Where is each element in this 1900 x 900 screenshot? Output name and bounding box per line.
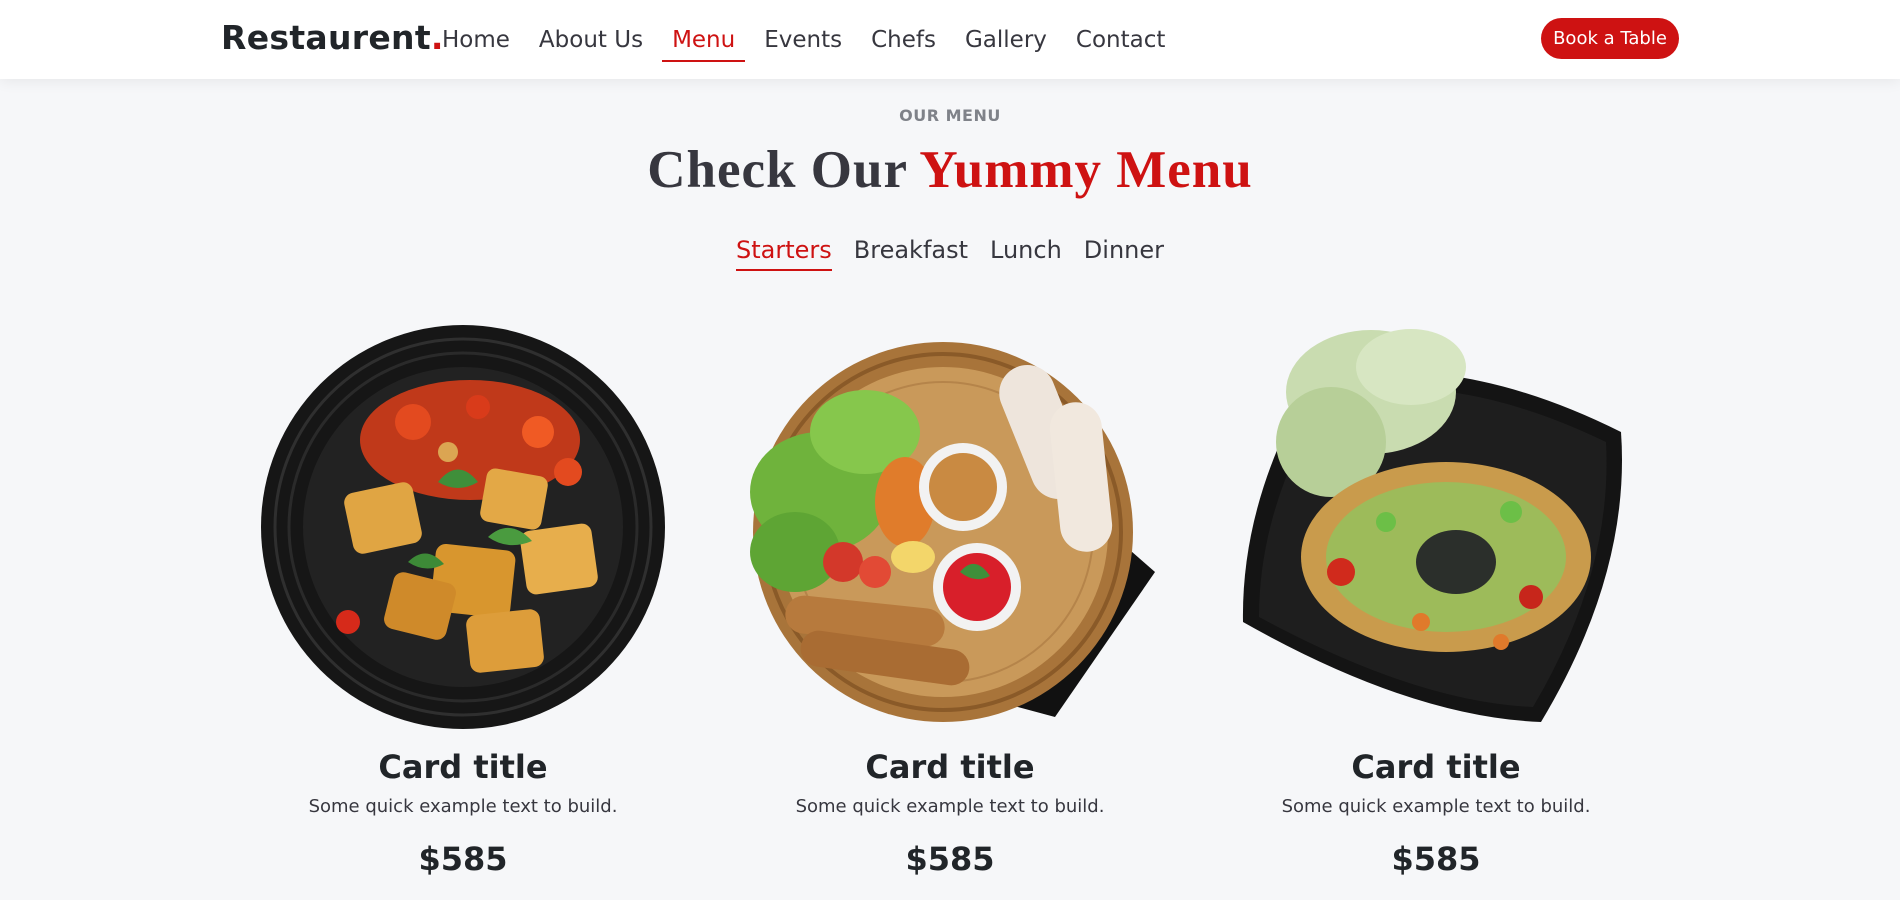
card-title: Card title <box>865 748 1035 786</box>
book-a-table-button[interactable]: Book a Table <box>1541 18 1679 59</box>
card-text: Some quick example text to build. <box>795 796 1105 817</box>
nav-link-menu[interactable]: Menu <box>662 27 746 62</box>
nav-link-events[interactable]: Events <box>762 27 844 53</box>
card-price: $585 <box>1391 840 1481 878</box>
spring-roll-basket-image <box>750 342 1155 722</box>
card-price: $585 <box>905 840 995 878</box>
card-price: $585 <box>418 840 508 878</box>
tab-breakfast[interactable]: Breakfast <box>854 236 968 264</box>
fried-tofu-plate-image <box>261 325 665 729</box>
nav-link-contact[interactable]: Contact <box>1074 27 1167 53</box>
nav-link-chefs[interactable]: Chefs <box>869 27 938 53</box>
tab-lunch[interactable]: Lunch <box>990 236 1062 264</box>
nav-link-about-us[interactable]: About Us <box>537 27 645 53</box>
section-title-dark: Check Our <box>647 141 908 199</box>
menu-card: Card title Some quick example text to bu… <box>725 322 1175 900</box>
section-title-accent: Yummy Menu <box>919 141 1253 199</box>
nav-link-gallery[interactable]: Gallery <box>963 27 1049 53</box>
card-text: Some quick example text to build. <box>308 796 618 817</box>
main-nav: Home About Us Menu Events Chefs Gallery … <box>440 0 1192 79</box>
card-title: Card title <box>378 748 548 786</box>
card-title: Card title <box>1351 748 1521 786</box>
brand-name: Restaurent <box>221 18 431 57</box>
card-text: Some quick example text to build. <box>1281 796 1591 817</box>
papaya-salad-plate-image <box>1242 329 1622 722</box>
menu-tabs: Starters Breakfast Lunch Dinner <box>0 236 1900 271</box>
tab-dinner[interactable]: Dinner <box>1084 236 1164 264</box>
brand-logo[interactable]: Restaurent. <box>221 18 444 57</box>
tab-starters[interactable]: Starters <box>736 236 832 271</box>
menu-card: Card title Some quick example text to bu… <box>238 322 688 900</box>
nav-link-home[interactable]: Home <box>440 27 512 53</box>
menu-card: Card title Some quick example text to bu… <box>1211 322 1661 900</box>
section-eyebrow: OUR MENU <box>899 106 1001 125</box>
section-title: Check Our Yummy Menu <box>0 140 1900 200</box>
navbar: Restaurent. Home About Us Menu Events Ch… <box>0 0 1900 79</box>
